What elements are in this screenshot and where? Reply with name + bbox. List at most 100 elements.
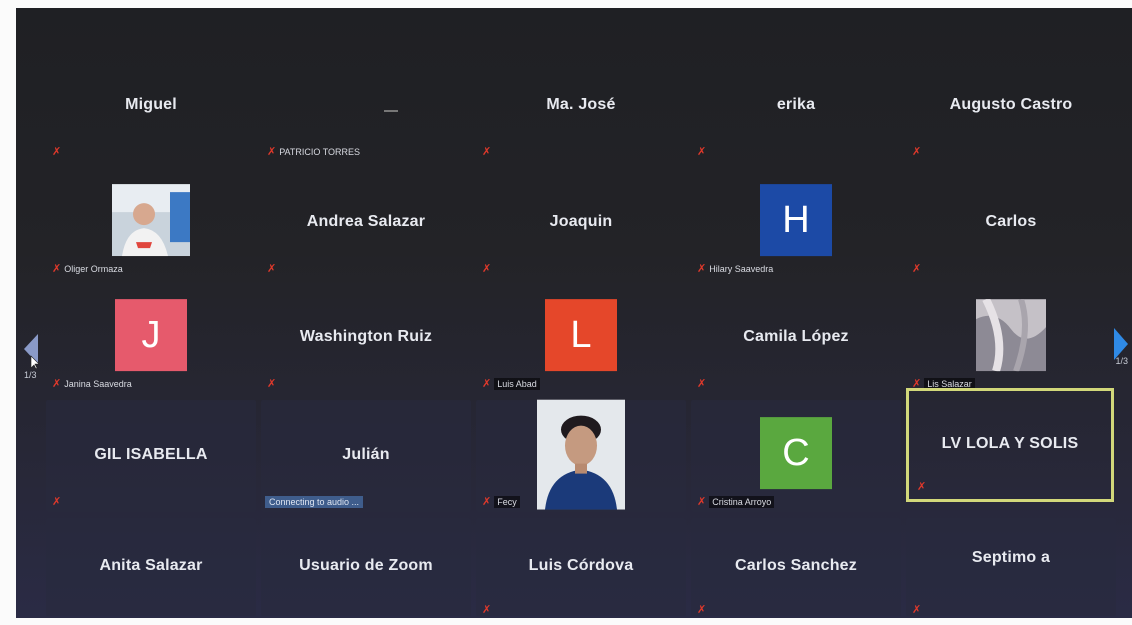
participant-video-icon	[112, 184, 190, 257]
mic-muted-icon: ✗	[912, 262, 922, 275]
video-feed	[976, 299, 1046, 372]
participant-label: ✗	[482, 146, 491, 158]
participant-name: Camila López	[743, 328, 849, 345]
mic-muted-icon: ✗	[697, 262, 707, 275]
mic-muted-icon: ✗	[267, 145, 277, 158]
mic-muted-icon: ✗	[52, 262, 62, 275]
participant-label: ✗	[267, 263, 276, 275]
avatar: J	[115, 299, 187, 372]
participant-label: ✗	[697, 604, 706, 616]
audio-status-badge: Connecting to audio ...	[265, 496, 364, 508]
participant-name: Carlos Sanchez	[735, 557, 857, 574]
mic-muted-icon: ✗	[482, 262, 492, 275]
participant-tile[interactable]: Carlos ✗	[904, 165, 1118, 281]
participant-label: ✗ Janina Saavedra	[52, 377, 132, 390]
participant-label: ✗	[917, 481, 926, 493]
participant-label: ✗	[912, 263, 921, 275]
mic-muted-icon: ✗	[482, 377, 492, 390]
avatar: C	[760, 417, 832, 490]
participant-name: Ma. José	[546, 96, 616, 113]
participant-name: Joaquin	[549, 213, 613, 230]
participant-name: Anita Salazar	[99, 557, 203, 574]
participant-tile[interactable]: Usuario de Zoom	[259, 516, 473, 618]
participant-tile[interactable]: J ✗ Janina Saavedra	[44, 280, 258, 396]
participant-tile[interactable]: Augusto Castro ✗	[904, 48, 1118, 164]
mic-muted-icon: ✗	[697, 495, 707, 508]
mic-muted-icon: ✗	[52, 377, 62, 390]
participant-tile[interactable]: Anita Salazar	[44, 516, 258, 618]
participant-label: ✗ Hilary Saavedra	[697, 262, 774, 275]
participant-video-icon	[537, 400, 625, 511]
mic-muted-icon: ✗	[482, 495, 492, 508]
mic-muted-icon: ✗	[52, 145, 62, 158]
tile-background	[906, 518, 1116, 616]
participant-label: ✗	[52, 146, 61, 158]
video-feed	[537, 400, 625, 511]
participant-tile[interactable]: Luis Córdova ✗	[474, 516, 688, 618]
participant-tile[interactable]: Julián Connecting to audio ...	[259, 398, 473, 514]
participant-name: Julián	[342, 446, 390, 463]
active-speaker-tile[interactable]: LV LOLA Y SOLIS ✗	[906, 388, 1114, 502]
participant-name: Septimo a	[971, 549, 1051, 566]
participant-label: ✗	[482, 604, 491, 616]
participant-name: Carlos	[985, 213, 1037, 230]
zoom-gallery-screen: 1/3 1/3 Miguel ✗ ✗ PATRICIO TORRES Ma. J…	[16, 8, 1132, 618]
mic-muted-icon: ✗	[912, 145, 922, 158]
participant-grid: Miguel ✗ ✗ PATRICIO TORRES Ma. José ✗ er…	[44, 8, 1118, 618]
participant-label: ✗	[52, 496, 61, 508]
participant-tile[interactable]: ✗ Oliger Ormaza	[44, 165, 258, 281]
page-indicator-left: 1/3	[24, 370, 37, 380]
participant-tile[interactable]: H ✗ Hilary Saavedra	[689, 165, 903, 281]
participant-label: ✗	[697, 146, 706, 158]
participant-name: Andrea Salazar	[306, 213, 426, 230]
participant-tile[interactable]: Washington Ruiz ✗	[259, 280, 473, 396]
chevron-left-icon	[24, 334, 40, 370]
participant-label: ✗	[912, 604, 921, 616]
participant-label: ✗ PATRICIO TORRES	[267, 145, 361, 158]
participant-name: Luis Córdova	[528, 557, 634, 574]
participant-tile[interactable]: L ✗ Luis Abad	[474, 280, 688, 396]
participant-tile[interactable]: Andrea Salazar ✗	[259, 165, 473, 281]
participant-label: ✗ Cristina Arroyo	[697, 495, 775, 508]
participant-tile[interactable]: Joaquin ✗	[474, 165, 688, 281]
participant-name: LV LOLA Y SOLIS	[941, 435, 1079, 452]
video-feed	[112, 184, 190, 257]
participant-name: Miguel	[125, 96, 177, 113]
participant-label: ✗	[912, 146, 921, 158]
mic-muted-icon: ✗	[697, 603, 707, 616]
participant-tile[interactable]: GIL ISABELLA ✗	[44, 398, 258, 514]
mic-muted-icon: ✗	[482, 603, 492, 616]
mic-muted-icon: ✗	[912, 603, 922, 616]
participant-tile[interactable]: ✗ Fecy	[474, 398, 688, 514]
mic-muted-icon: ✗	[697, 377, 707, 390]
participant-tile[interactable]: Ma. José ✗	[474, 48, 688, 164]
mic-muted-icon: ✗	[267, 262, 277, 275]
participant-name: GIL ISABELLA	[94, 446, 208, 463]
participant-tile[interactable]: C ✗ Cristina Arroyo	[689, 398, 903, 514]
mic-muted-icon: ✗	[52, 495, 62, 508]
participant-tile[interactable]: Camila López ✗	[689, 280, 903, 396]
participant-label: ✗ Luis Abad	[482, 378, 540, 390]
mic-muted-icon: ✗	[267, 377, 277, 390]
participant-tile[interactable]: ✗ PATRICIO TORRES	[259, 48, 473, 164]
participant-name: erika	[776, 96, 816, 113]
participant-tile[interactable]: erika ✗	[689, 48, 903, 164]
participant-tile[interactable]: Miguel ✗	[44, 48, 258, 164]
mic-muted-icon: ✗	[697, 145, 707, 158]
participant-label: ✗ Fecy	[482, 496, 520, 508]
mic-muted-icon: ✗	[917, 480, 927, 493]
participant-label: ✗	[267, 378, 276, 390]
participant-tile[interactable]: ✗ Lis Salazar	[904, 280, 1118, 396]
mic-muted-icon: ✗	[482, 145, 492, 158]
avatar: L	[545, 299, 617, 372]
participant-tile[interactable]: Septimo a ✗	[904, 516, 1118, 618]
avatar: H	[760, 184, 832, 257]
participant-name: Usuario de Zoom	[299, 557, 433, 574]
participant-label: ✗	[697, 378, 706, 390]
prev-page-button[interactable]	[22, 330, 40, 370]
participant-name: Washington Ruiz	[299, 328, 433, 345]
participant-name: Augusto Castro	[949, 96, 1073, 113]
participant-video-icon	[976, 299, 1046, 372]
participant-label: ✗	[482, 263, 491, 275]
participant-tile[interactable]: Carlos Sanchez ✗	[689, 516, 903, 618]
